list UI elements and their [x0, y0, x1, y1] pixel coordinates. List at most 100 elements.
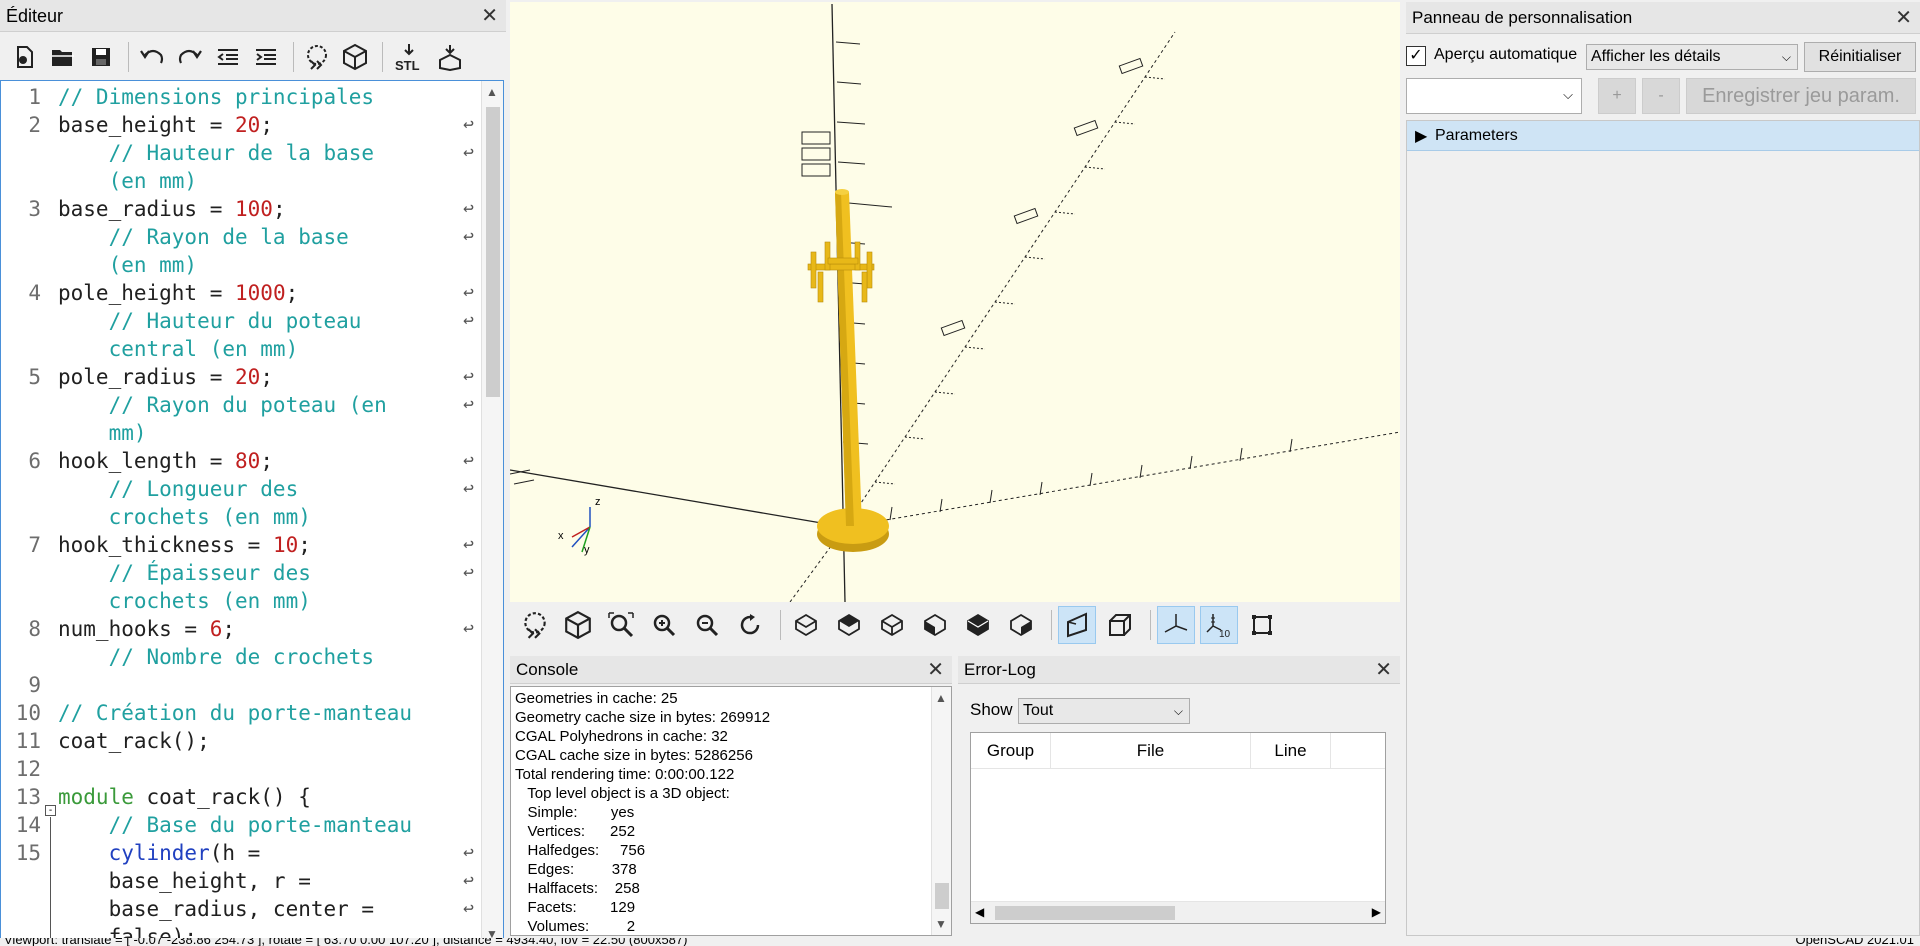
code-line[interactable]: 9 — [1, 671, 481, 699]
code-token: num_hooks = — [58, 617, 210, 641]
render-view-icon[interactable] — [559, 606, 597, 644]
column-group[interactable]: Group — [971, 733, 1051, 769]
view-front-icon[interactable] — [959, 606, 997, 644]
view-all-icon[interactable] — [602, 606, 640, 644]
show-axes-icon[interactable] — [1157, 606, 1195, 644]
code-line[interactable]: mm) — [1, 419, 481, 447]
code-line[interactable]: 8 num_hooks = 6; ↩ — [1, 615, 481, 643]
code-line[interactable]: (en mm) — [1, 251, 481, 279]
preview-view-icon[interactable] — [516, 606, 554, 644]
code-line[interactable]: (en mm) — [1, 167, 481, 195]
customizer-close-icon[interactable]: ✕ — [1895, 2, 1912, 34]
save-preset-button[interactable]: Enregistrer jeu param. — [1686, 78, 1916, 114]
show-scale-markers-icon[interactable]: 10 — [1200, 606, 1238, 644]
console-output[interactable]: Geometries in cache: 25 Geometry cache si… — [510, 686, 952, 936]
open-file-icon[interactable] — [46, 40, 80, 74]
send-to-print-icon[interactable] — [433, 40, 467, 74]
code-line[interactable]: 12 — [1, 755, 481, 783]
view-left-icon[interactable] — [916, 606, 954, 644]
3d-viewport[interactable]: z x y — [510, 2, 1400, 602]
redo-icon[interactable] — [173, 40, 207, 74]
code-line[interactable]: central (en mm) — [1, 335, 481, 363]
error-log-hscrollbar-thumb[interactable] — [995, 906, 1175, 920]
scroll-right-icon[interactable]: ▶ — [1372, 905, 1381, 919]
zoom-out-icon[interactable] — [688, 606, 726, 644]
reset-button[interactable]: Réinitialiser — [1804, 42, 1916, 72]
wrap-indicator-icon: ↩ — [463, 870, 474, 891]
code-line[interactable]: 6 hook_length = 80; ↩ — [1, 447, 481, 475]
console-close-icon[interactable]: ✕ — [927, 656, 944, 684]
code-line[interactable]: 2 base_height = 20; ↩ — [1, 111, 481, 139]
details-select[interactable]: Afficher les détails ⌵ — [1586, 44, 1798, 70]
console-scroll-up-icon[interactable]: ▲ — [935, 691, 947, 705]
code-line[interactable]: // Hauteur de la base ↩ — [1, 139, 481, 167]
code-line[interactable]: // Rayon du poteau (en ↩ — [1, 391, 481, 419]
code-editor[interactable]: 1 // Dimensions principales 2 base_height =… — [0, 80, 504, 946]
column-file[interactable]: File — [1051, 733, 1251, 769]
orthogonal-icon[interactable] — [1101, 606, 1139, 644]
view-toolbar: 10 — [510, 602, 1400, 648]
column-line[interactable]: Line — [1251, 733, 1331, 769]
code-line[interactable]: 11 coat_rack(); — [1, 727, 481, 755]
code-line[interactable]: 4 pole_height = 1000; ↩ — [1, 279, 481, 307]
code-line[interactable]: // Nombre de crochets — [1, 643, 481, 671]
view-back-icon[interactable] — [1002, 606, 1040, 644]
code-line[interactable]: // Longueur des ↩ — [1, 475, 481, 503]
scroll-up-icon[interactable]: ▲ — [486, 85, 498, 99]
code-line[interactable]: 13 module coat_rack() { — [1, 783, 481, 811]
code-line[interactable]: base_height, r = ↩ — [1, 867, 481, 895]
render-icon[interactable] — [338, 40, 372, 74]
view-right-icon[interactable] — [787, 606, 825, 644]
wrap-indicator-icon: ↩ — [463, 198, 474, 219]
fold-toggle-icon[interactable]: - — [45, 805, 56, 816]
scroll-left-icon[interactable]: ◀ — [975, 905, 984, 919]
reset-view-icon[interactable] — [731, 606, 769, 644]
export-stl-icon[interactable]: STL — [389, 40, 429, 74]
console-scroll-down-icon[interactable]: ▼ — [935, 917, 947, 931]
code-line[interactable]: 1 // Dimensions principales — [1, 83, 481, 111]
code-line[interactable]: crochets (en mm) — [1, 587, 481, 615]
code-line[interactable]: // Hauteur du poteau ↩ — [1, 307, 481, 335]
auto-preview-checkbox[interactable]: ✓ — [1406, 46, 1426, 66]
perspective-icon[interactable] — [1058, 606, 1096, 644]
show-filter-select[interactable]: Tout ⌵ — [1018, 698, 1190, 724]
save-icon[interactable] — [84, 40, 118, 74]
code-line[interactable]: 14 // Base du porte-manteau — [1, 811, 481, 839]
code-line[interactable]: 5 pole_radius = 20; ↩ — [1, 363, 481, 391]
preview-icon[interactable] — [300, 40, 334, 74]
error-log-hscrollbar[interactable]: ◀ ▶ — [971, 901, 1385, 923]
code-line[interactable]: 3 base_radius = 100; ↩ — [1, 195, 481, 223]
code-line[interactable]: base_radius, center = ↩ — [1, 895, 481, 923]
code-token: crochets (en mm) — [58, 505, 311, 529]
parameters-section-header[interactable]: ▶ Parameters — [1407, 121, 1919, 151]
error-log-close-icon[interactable]: ✕ — [1375, 656, 1392, 684]
preset-select[interactable]: ⌵ — [1406, 78, 1582, 114]
view-bottom-icon[interactable] — [873, 606, 911, 644]
undo-icon[interactable] — [135, 40, 169, 74]
code-line[interactable]: crochets (en mm) — [1, 503, 481, 531]
wrap-indicator-icon: ↩ — [463, 478, 474, 499]
unindent-icon[interactable] — [211, 40, 245, 74]
zoom-in-icon[interactable] — [645, 606, 683, 644]
expand-triangle-icon[interactable]: ▶ — [1415, 126, 1427, 146]
show-edges-icon[interactable] — [1243, 606, 1281, 644]
code-line[interactable]: // Épaisseur des ↩ — [1, 559, 481, 587]
wrap-indicator-icon: ↩ — [463, 842, 474, 863]
code-token: mm) — [58, 421, 147, 445]
code-line[interactable]: 10 // Création du porte-manteau — [1, 699, 481, 727]
fold-marker-line: - — [45, 805, 56, 945]
view-top-icon[interactable] — [830, 606, 868, 644]
code-line[interactable]: // Rayon de la base ↩ — [1, 223, 481, 251]
editor-close-icon[interactable]: ✕ — [481, 0, 498, 32]
new-file-icon[interactable] — [8, 40, 42, 74]
remove-preset-button[interactable]: - — [1642, 78, 1680, 114]
code-text: central (en mm) — [58, 335, 299, 363]
add-preset-button[interactable]: + — [1598, 78, 1636, 114]
console-scrollbar[interactable]: ▲ ▼ — [931, 687, 951, 935]
editor-scrollbar[interactable]: ▲ ▼ — [481, 81, 503, 945]
code-line[interactable]: 7 hook_thickness = 10; ↩ — [1, 531, 481, 559]
code-line[interactable]: 15 cylinder(h = ↩ — [1, 839, 481, 867]
indent-icon[interactable] — [249, 40, 283, 74]
console-scrollbar-thumb[interactable] — [935, 883, 949, 909]
editor-scrollbar-thumb[interactable] — [486, 107, 500, 397]
